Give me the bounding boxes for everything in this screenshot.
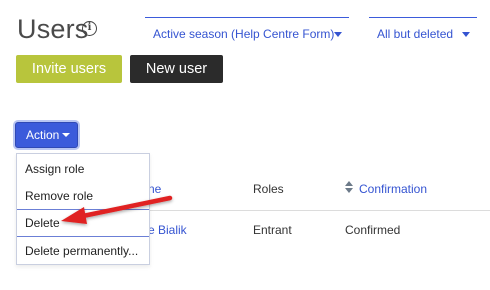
menu-item-delete[interactable]: Delete [25,216,60,230]
menu-item-remove-role[interactable]: Remove role [25,189,93,203]
table-cell-status: Confirmed [345,223,401,237]
action-dropdown-menu: Assign role Remove role Delete Delete pe… [16,153,150,265]
new-user-button[interactable]: New user [130,55,223,83]
column-header-confirmation[interactable]: Confirmation [359,182,427,196]
action-button-label: Action [26,128,60,142]
page-title: Users [17,14,89,44]
table-cell-role: Entrant [253,223,292,237]
sort-icon[interactable] [345,181,353,193]
column-header-roles: Roles [253,182,284,196]
status-filter[interactable]: All but deleted [369,17,477,45]
info-icon[interactable]: i [82,21,97,36]
menu-divider [17,236,149,237]
menu-divider [17,209,149,210]
column-header-name[interactable]: ne [148,182,161,196]
status-filter-label: All but deleted [377,27,454,41]
table-cell-name[interactable]: e Bialik [148,223,187,237]
chevron-down-icon [62,133,70,137]
menu-item-delete-permanently[interactable]: Delete permanently... [25,244,138,258]
action-button[interactable]: Action [15,122,78,148]
season-filter-label: Active season (Help Centre Form) [153,27,335,41]
menu-item-assign-role[interactable]: Assign role [25,162,84,176]
table-divider [148,210,490,211]
chevron-down-icon [334,32,342,37]
invite-users-button[interactable]: Invite users [16,55,122,83]
season-filter[interactable]: Active season (Help Centre Form) [145,17,349,45]
chevron-down-icon [462,32,470,37]
